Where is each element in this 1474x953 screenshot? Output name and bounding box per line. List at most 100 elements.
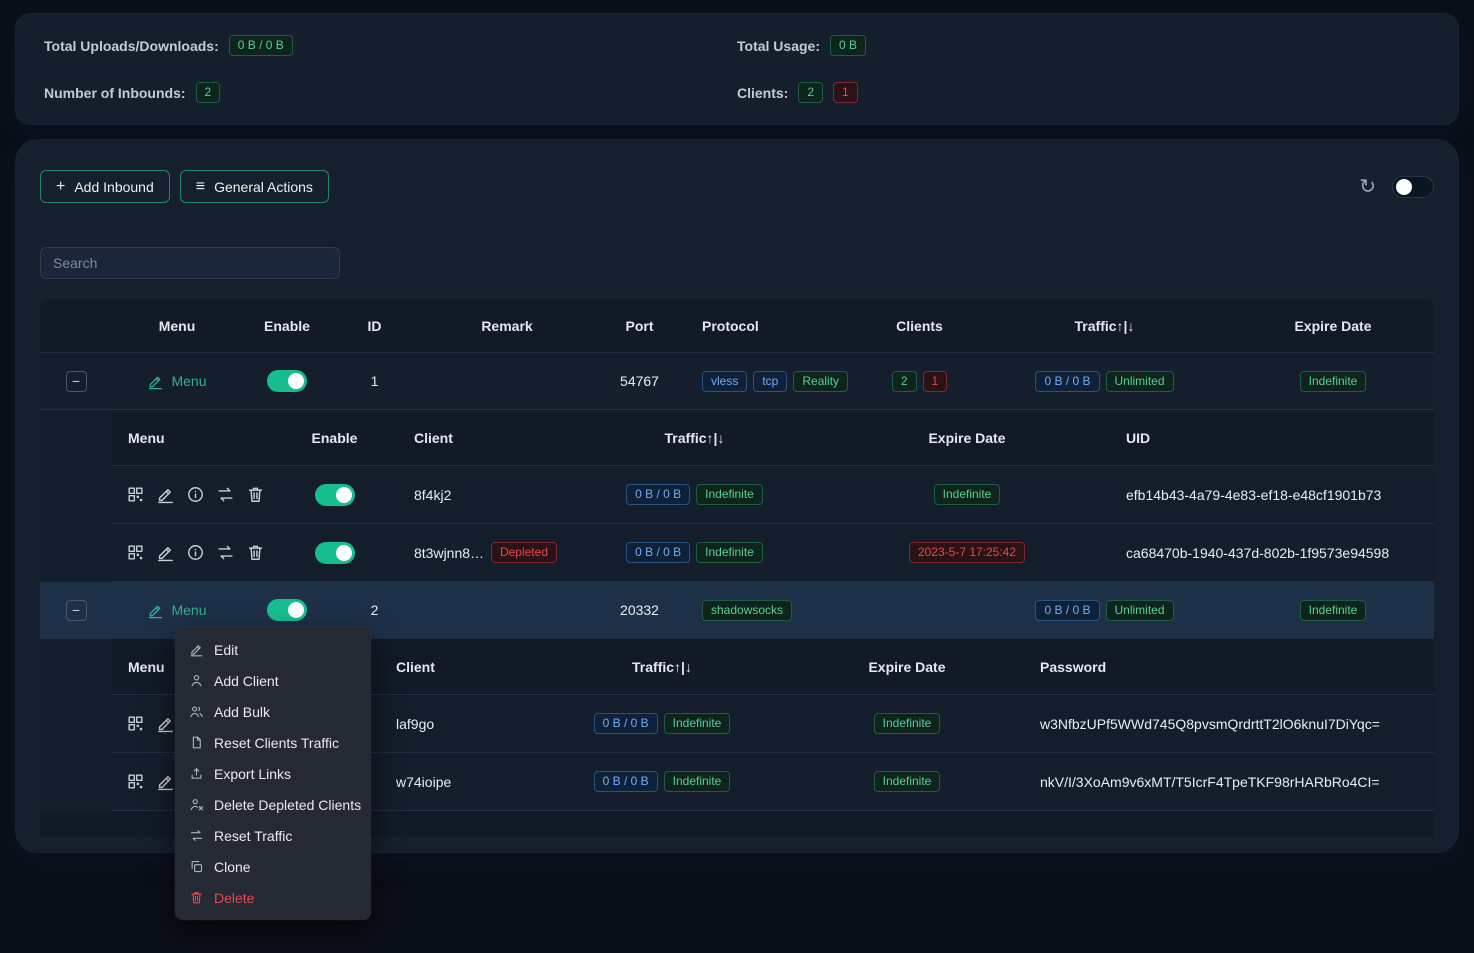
expire-badge: Indefinite	[934, 484, 1001, 505]
edit-client-icon[interactable]	[156, 543, 175, 562]
traffic-limit-badge: Indefinite	[664, 713, 731, 734]
client-enable-toggle[interactable]	[315, 542, 355, 564]
minus-icon: −	[72, 374, 80, 388]
client-name: w74ioipe	[396, 774, 451, 790]
context-menu-label: Add Client	[214, 673, 279, 689]
context-menu-label: Reset Clients Traffic	[214, 735, 339, 751]
edit-pencil-icon	[147, 602, 164, 619]
expire-badge: Indefinite	[874, 713, 941, 734]
protocol-tag: shadowsocks	[702, 600, 792, 621]
search-input[interactable]	[40, 247, 340, 279]
total-usage-label: Total Usage:	[737, 38, 820, 54]
inbound-menu-button[interactable]: Menu	[147, 602, 206, 619]
edit-client-icon[interactable]	[156, 485, 175, 504]
reset-traffic-icon[interactable]	[216, 485, 235, 504]
client-enable-toggle[interactable]	[315, 484, 355, 506]
client-expire: Indefinite	[782, 771, 1032, 792]
delete-client-icon[interactable]	[246, 543, 265, 562]
minus-icon: −	[72, 603, 80, 617]
context-menu-item-add-bulk[interactable]: Add Bulk	[175, 696, 371, 727]
inbound-menu-button[interactable]: Menu	[147, 373, 206, 390]
delete-client-icon[interactable]	[246, 485, 265, 504]
inbound-1-clients-table: Menu Enable Client Traffic↑|↓ Expire Dat…	[112, 410, 1434, 582]
reset-traffic-icon[interactable]	[216, 543, 235, 562]
toggle-knob	[288, 602, 304, 618]
inbound-enable-toggle[interactable]	[267, 370, 307, 392]
total-usage-value: 0 B	[830, 35, 866, 56]
refresh-icon[interactable]: ↻	[1359, 177, 1376, 197]
general-actions-label: General Actions	[214, 179, 313, 195]
theme-toggle[interactable]	[1392, 176, 1434, 198]
number-of-inbounds-label: Number of Inbounds:	[44, 85, 186, 101]
add-inbound-label: Add Inbound	[74, 179, 153, 195]
inbound-context-menu: Edit Add Client Add Bulk Reset Clients T…	[175, 627, 371, 920]
clients-depleted-count: 1	[833, 82, 858, 103]
qr-code-icon[interactable]	[126, 543, 145, 562]
toolbar-buttons: + Add Inbound ≡ General Actions	[40, 170, 329, 203]
context-menu-item-clone[interactable]: Clone	[175, 851, 371, 882]
clients-label: Clients:	[737, 85, 788, 101]
general-actions-button[interactable]: ≡ General Actions	[180, 170, 329, 203]
traffic-limit-badge: Indefinite	[664, 771, 731, 792]
inbound-menu-label: Menu	[171, 373, 206, 389]
info-icon[interactable]	[186, 485, 205, 504]
context-menu-item-add-client[interactable]: Add Client	[175, 665, 371, 696]
client-password: w3NfbzUPf5WWd745Q8pvsmQrdrttT2lO6knuI7Di…	[1040, 716, 1380, 732]
client-name-cell: 8t3wjnn8p0 Depleted	[382, 542, 557, 563]
collapse-inbound-button[interactable]: −	[66, 371, 87, 392]
context-menu-item-delete[interactable]: Delete	[175, 882, 371, 913]
qr-code-icon[interactable]	[126, 485, 145, 504]
client-traffic: 0 B / 0 B Indefinite	[542, 771, 782, 792]
total-uploads-downloads-label: Total Uploads/Downloads:	[44, 38, 219, 54]
header-client-enable: Enable	[287, 430, 382, 446]
inbound-clients: 2 1	[862, 371, 977, 392]
context-menu-item-reset-traffic[interactable]: Reset Traffic	[175, 820, 371, 851]
export-links-icon	[189, 766, 204, 781]
context-menu-item-delete-depleted-clients[interactable]: Delete Depleted Clients	[175, 789, 371, 820]
add-inbound-button[interactable]: + Add Inbound	[40, 170, 170, 203]
info-icon[interactable]	[186, 543, 205, 562]
client-name: 8f4kj2	[414, 487, 451, 503]
clients-active-count: 2	[798, 82, 823, 103]
clients-depleted-badge: 1	[923, 371, 948, 392]
clients-active-badge: 2	[892, 371, 917, 392]
expire-badge: Indefinite	[1300, 371, 1367, 392]
edit-client-icon[interactable]	[156, 772, 175, 791]
inbound-enable-toggle[interactable]	[267, 599, 307, 621]
inbound-id: 2	[332, 602, 417, 618]
header-menu: Menu	[112, 318, 242, 334]
client-uid: efb14b43-4a79-4e83-ef18-e48cf1901b73	[1126, 487, 1381, 503]
add-client-icon	[189, 673, 204, 688]
context-menu-item-reset-clients-traffic[interactable]: Reset Clients Traffic	[175, 727, 371, 758]
total-uploads-downloads-value: 0 B / 0 B	[229, 35, 293, 56]
clone-icon	[189, 859, 204, 874]
client-name: laf9go	[396, 716, 434, 732]
context-menu-label: Delete	[214, 890, 254, 906]
edit-icon	[189, 642, 204, 657]
header-client-menu: Menu	[112, 430, 287, 446]
header-traffic-sort[interactable]: Traffic↑|↓	[977, 318, 1232, 334]
inbound-expire: Indefinite	[1232, 600, 1434, 621]
context-menu-label: Clone	[214, 859, 251, 875]
expire-badge: Indefinite	[874, 771, 941, 792]
context-menu-label: Edit	[214, 642, 238, 658]
qr-code-icon[interactable]	[126, 772, 145, 791]
header-client-traffic[interactable]: Traffic↑|↓	[557, 430, 832, 446]
header-remark: Remark	[417, 318, 597, 334]
context-menu-item-export-links[interactable]: Export Links	[175, 758, 371, 789]
context-menu-item-edit[interactable]: Edit	[175, 634, 371, 665]
hamburger-icon: ≡	[196, 179, 205, 195]
expire-badge: Indefinite	[1300, 600, 1367, 621]
delete-icon	[189, 890, 204, 905]
header-clients: Clients	[862, 318, 977, 334]
toolbar-right: ↻	[1359, 176, 1434, 198]
header-client: Client	[382, 430, 557, 446]
collapse-inbound-button[interactable]: −	[66, 600, 87, 621]
delete-depleted-clients-icon	[189, 797, 204, 812]
edit-client-icon[interactable]	[156, 714, 175, 733]
client-expire: 2023-5-7 17:25:42	[832, 542, 1102, 563]
header-client-traffic[interactable]: Traffic↑|↓	[542, 659, 782, 675]
protocol-tag: Reality	[793, 371, 848, 392]
header-id: ID	[332, 318, 417, 334]
qr-code-icon[interactable]	[126, 714, 145, 733]
